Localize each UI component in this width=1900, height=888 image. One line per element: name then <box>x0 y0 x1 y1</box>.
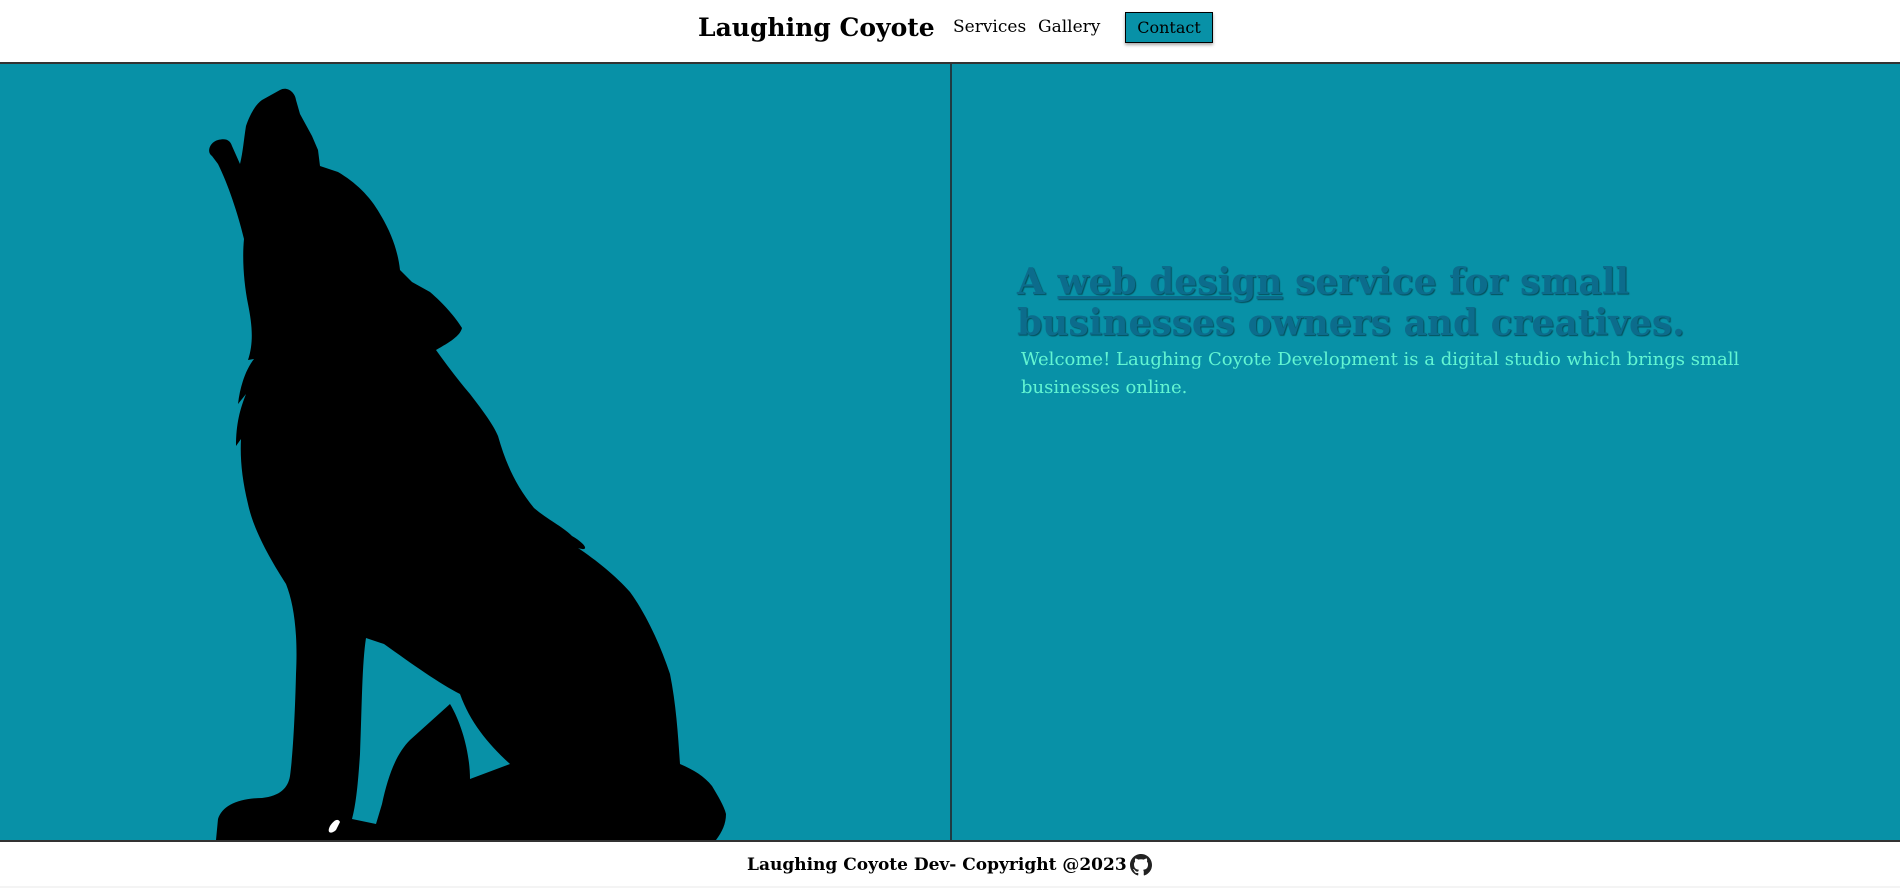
nav-gallery-link[interactable]: Gallery <box>1038 16 1100 38</box>
site-footer: Laughing Coyote Dev- Copyright @2023 <box>0 840 1900 886</box>
contact-button[interactable]: Contact <box>1125 12 1213 43</box>
headline-prefix: A <box>1017 261 1058 303</box>
hero-headline: A web design service for small businesse… <box>1017 262 1817 344</box>
web-design-link[interactable]: web design <box>1057 261 1282 303</box>
welcome-text: Welcome! Laughing Coyote Development is … <box>1021 349 1740 398</box>
nav-services-link[interactable]: Services <box>953 16 1026 38</box>
hero-divider <box>950 64 952 840</box>
hero-illustration-panel <box>0 64 950 840</box>
brand-title[interactable]: Laughing Coyote <box>698 12 935 44</box>
coyote-silhouette <box>209 88 727 840</box>
footer-copyright: Laughing Coyote Dev- Copyright @2023 <box>747 855 1127 875</box>
site-header: Laughing Coyote Services Gallery Contact <box>0 0 1900 64</box>
hero-section: A web design service for small businesse… <box>0 64 1900 840</box>
github-icon[interactable] <box>1130 854 1152 876</box>
